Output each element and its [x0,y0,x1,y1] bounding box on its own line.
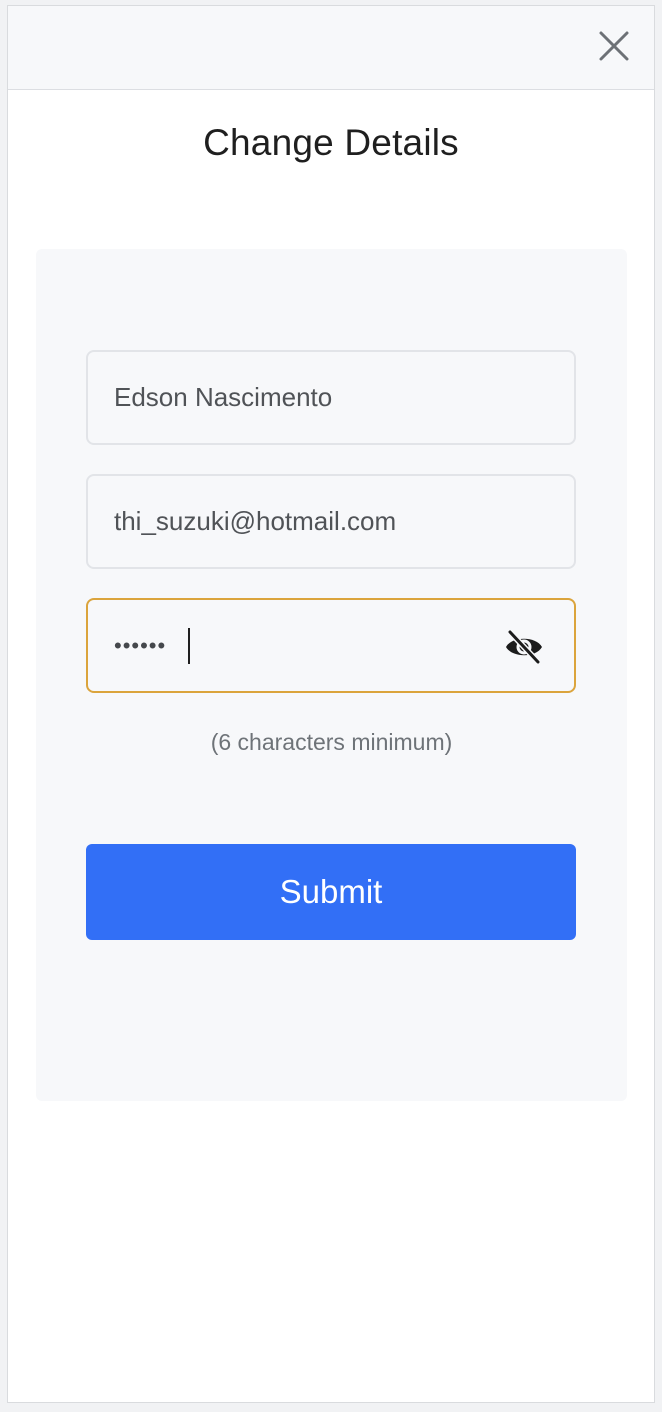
text-cursor [188,628,190,664]
submit-button[interactable]: Submit [86,844,576,940]
name-field[interactable]: Edson Nascimento [86,350,576,445]
email-field-value: thi_suzuki@hotmail.com [114,506,397,536]
password-field-value: •••••• [114,633,167,658]
close-button[interactable] [596,28,632,64]
form-card: Edson Nascimento thi_suzuki@hotmail.com … [36,249,627,1101]
password-hint: (6 characters minimum) [210,729,453,755]
email-field[interactable]: thi_suzuki@hotmail.com [86,474,576,569]
toggle-password-visibility-button[interactable] [504,629,544,665]
modal-header [8,6,654,90]
name-field-value: Edson Nascimento [114,382,333,412]
page-title: Change Details [203,122,459,163]
eye-slash-icon [506,629,542,665]
close-icon [599,31,629,61]
modal-window: Change Details Edson Nascimento thi_suzu… [7,5,655,1403]
password-field[interactable]: •••••• [86,598,576,693]
